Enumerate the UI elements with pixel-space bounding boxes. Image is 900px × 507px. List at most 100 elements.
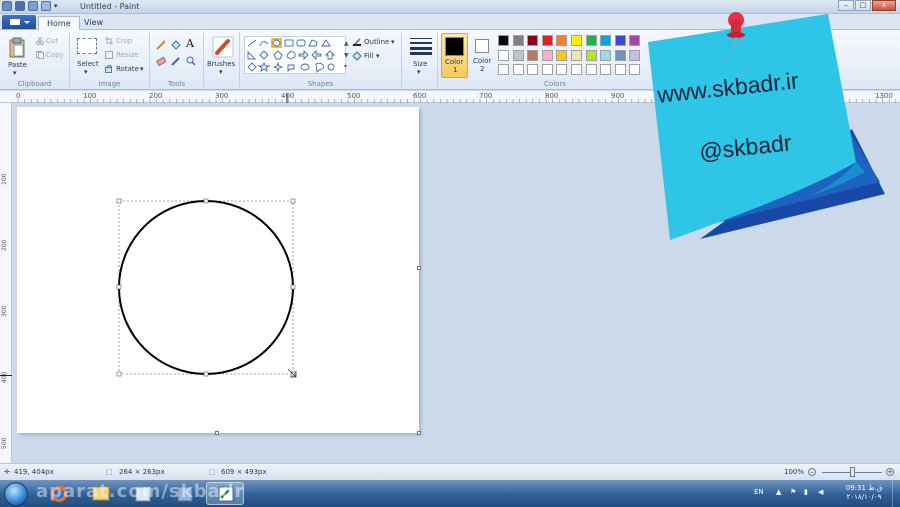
palette-color-swatch[interactable] [498, 64, 509, 75]
tab-home[interactable]: Home [38, 16, 80, 30]
canvas-resize-handle-corner[interactable] [417, 431, 421, 435]
select-icon[interactable] [77, 38, 97, 54]
palette-color-swatch[interactable] [527, 64, 539, 75]
paste-label[interactable]: Paste [8, 61, 27, 69]
palette-color-swatch[interactable] [556, 49, 568, 61]
palette-color-swatch[interactable] [614, 35, 626, 46]
resize-icon[interactable] [105, 51, 113, 61]
palette-color-swatch[interactable] [556, 64, 568, 75]
select-label[interactable]: Select [77, 60, 99, 68]
size-dropdown-icon[interactable]: ▾ [417, 68, 421, 76]
paste-dropdown-icon[interactable]: ▾ [13, 69, 17, 77]
rotate-icon[interactable] [105, 65, 113, 75]
palette-color-swatch[interactable] [556, 35, 568, 46]
resize-handle[interactable] [116, 371, 122, 377]
pencil-icon[interactable] [156, 40, 166, 52]
save-icon[interactable] [15, 1, 25, 11]
fill-dropdown-icon[interactable]: ▾ [376, 52, 380, 60]
resize-handle[interactable] [290, 284, 296, 290]
circle-shape[interactable] [118, 200, 294, 375]
palette-color-swatch[interactable] [571, 35, 582, 46]
flag-icon[interactable]: ⚑ [790, 488, 796, 497]
text-tool-icon[interactable]: A [186, 37, 194, 50]
paint-menu-button[interactable] [2, 15, 36, 29]
volume-icon[interactable]: ◀ [818, 488, 823, 497]
select-dropdown-icon[interactable]: ▾ [84, 68, 88, 76]
undo-icon[interactable] [28, 1, 38, 11]
resize-handle[interactable] [203, 198, 209, 204]
canvas-resize-handle-bottom[interactable] [215, 431, 219, 435]
zoom-out-button[interactable]: – [808, 468, 816, 476]
palette-color-swatch[interactable] [585, 64, 597, 75]
palette-color-swatch[interactable] [614, 64, 626, 75]
brushes-label[interactable]: Brushes [207, 60, 235, 68]
magnifier-icon[interactable] [186, 56, 196, 68]
size-icon[interactable] [410, 37, 432, 57]
outline-dropdown-icon[interactable]: ▾ [391, 38, 395, 46]
palette-color-swatch[interactable] [512, 35, 524, 46]
color2-button[interactable]: Color 2 [471, 33, 495, 78]
resize-label[interactable]: Resize [116, 51, 138, 59]
brushes-dropdown-icon[interactable]: ▾ [219, 68, 223, 76]
outline-icon[interactable] [352, 37, 362, 49]
rotate-dropdown-icon[interactable]: ▾ [140, 65, 144, 73]
drawing-canvas[interactable] [17, 107, 419, 433]
palette-color-swatch[interactable] [498, 49, 509, 61]
resize-handle[interactable] [116, 198, 122, 204]
palette-color-swatch[interactable] [585, 35, 597, 46]
network-icon[interactable]: ▮ [804, 488, 808, 497]
resize-handle[interactable] [290, 198, 296, 204]
resize-handle[interactable] [203, 371, 209, 377]
palette-color-swatch[interactable] [600, 64, 612, 75]
palette-color-swatch[interactable] [614, 49, 626, 61]
start-button[interactable] [4, 482, 28, 506]
copy-label[interactable]: Copy [46, 51, 64, 59]
fill-bucket-icon[interactable] [171, 40, 181, 52]
eraser-icon[interactable] [155, 56, 167, 68]
palette-color-swatch[interactable] [527, 49, 539, 61]
zoom-in-button[interactable]: + [886, 468, 894, 476]
size-label[interactable]: Size [413, 60, 427, 68]
palette-color-swatch[interactable] [512, 49, 524, 61]
paste-icon[interactable] [8, 37, 26, 59]
palette-color-swatch[interactable] [629, 49, 641, 61]
palette-color-swatch[interactable] [571, 49, 582, 61]
show-desktop-button[interactable] [892, 480, 900, 507]
shapes-expand-icon[interactable]: ▾ [344, 63, 347, 70]
redo-icon[interactable] [41, 1, 51, 11]
show-hidden-icons[interactable]: ▲ [776, 488, 781, 497]
copy-icon[interactable] [36, 51, 44, 61]
palette-color-swatch[interactable] [585, 49, 597, 61]
palette-color-swatch[interactable] [541, 35, 553, 46]
paint-app-icon[interactable] [2, 1, 12, 11]
outline-label[interactable]: Outline [364, 38, 389, 46]
language-indicator[interactable]: EN [754, 488, 764, 497]
clock[interactable]: 09:31 ق.ظ ۲۰۱۸/۱۰/۰۹ [838, 484, 890, 502]
palette-color-swatch[interactable] [600, 35, 612, 46]
color-picker-icon[interactable] [171, 56, 181, 68]
shapes-scroll-down-icon[interactable]: ▼ [344, 52, 349, 59]
palette-color-swatch[interactable] [527, 35, 539, 46]
crop-label[interactable]: Crop [116, 37, 132, 45]
zoom-slider-thumb[interactable] [850, 467, 855, 477]
canvas-resize-handle-right[interactable] [417, 266, 421, 270]
cut-label[interactable]: Cut [46, 37, 58, 45]
fill-label[interactable]: Fill [364, 52, 373, 60]
customize-qat-icon[interactable]: ▾ [54, 3, 60, 10]
palette-color-swatch[interactable] [498, 35, 509, 46]
rotate-label[interactable]: Rotate [116, 65, 139, 73]
brushes-icon[interactable] [212, 36, 234, 60]
cut-icon[interactable] [35, 36, 45, 47]
palette-color-swatch[interactable] [571, 64, 582, 75]
crop-icon[interactable] [105, 37, 113, 47]
palette-color-swatch[interactable] [600, 49, 612, 61]
palette-color-swatch[interactable] [629, 35, 641, 46]
palette-color-swatch[interactable] [629, 64, 641, 75]
fill-icon[interactable] [352, 51, 362, 63]
shapes-gallery[interactable] [244, 36, 346, 74]
tab-view[interactable]: View [76, 16, 111, 30]
shapes-scroll-up-icon[interactable]: ▲ [344, 40, 349, 47]
palette-color-swatch[interactable] [541, 49, 553, 61]
palette-color-swatch[interactable] [541, 64, 553, 75]
color1-button[interactable]: Color 1 [441, 33, 468, 78]
